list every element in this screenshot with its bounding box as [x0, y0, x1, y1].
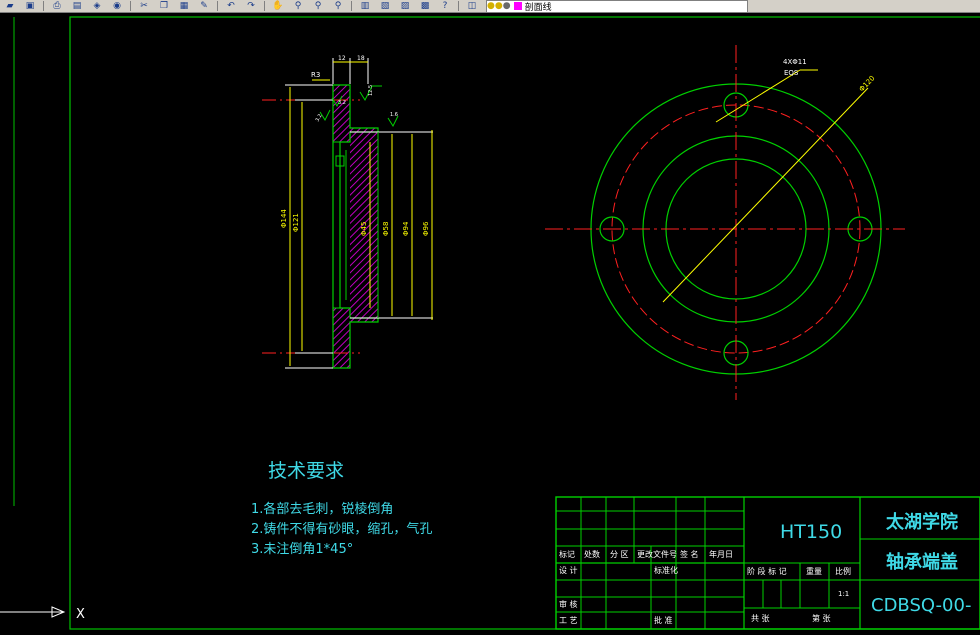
bulb-icon: ●	[487, 1, 495, 11]
pan-icon[interactable]: ✋	[270, 1, 286, 12]
plot-icon[interactable]: ◉	[109, 1, 125, 12]
layer-manager-icon[interactable]: ◫	[464, 1, 480, 12]
dim-r3: R3	[311, 71, 320, 79]
tech-requirements-title: 技术要求	[268, 460, 345, 482]
toolbar-separator	[43, 1, 44, 11]
dim-eqs: EQS	[784, 69, 799, 77]
toolbar-separator	[264, 1, 265, 11]
dim-d94: Φ94	[402, 221, 410, 236]
drawing-border	[69, 16, 980, 630]
dim-12: 12	[338, 55, 346, 62]
toolbar-separator	[458, 1, 459, 11]
zoom-previous-icon[interactable]: ⚲	[330, 1, 346, 12]
lock-icon: ●	[502, 1, 511, 11]
label-doc-no: 更改文件号	[637, 550, 677, 559]
properties-icon[interactable]: ▥	[357, 1, 373, 12]
label-count: 处数	[584, 550, 600, 559]
drawing-canvas[interactable]: Φ144 Φ121 Φ45 Φ58 Φ94 Φ96 R3 12 18 12.5 …	[0, 13, 980, 631]
dim-d144: Φ144	[280, 209, 288, 228]
print-icon[interactable]: ⎙	[49, 1, 65, 12]
tech-item: 2.铸件不得有砂眼，缩孔，气孔	[251, 522, 433, 537]
folder-open-icon[interactable]: ▰	[2, 1, 18, 12]
layer-dropdown[interactable]: ● ● ● 剖面线	[486, 0, 748, 13]
layer-color-swatch	[513, 2, 522, 10]
cut-icon[interactable]: ✂	[136, 1, 152, 12]
layer-name: 剖面线	[524, 2, 552, 13]
dim-d120: Φ120	[858, 74, 877, 93]
axis-x-label: X	[76, 607, 85, 622]
publish-icon[interactable]: ◈	[89, 1, 105, 12]
toolbar-separator	[351, 1, 352, 11]
scale-value: 1:1	[838, 590, 850, 598]
part-name: 轴承端盖	[886, 552, 958, 573]
label-sign: 签 名	[680, 550, 699, 559]
roughness-c: 3.2	[315, 113, 324, 123]
preview-icon[interactable]: ▤	[69, 1, 85, 12]
roughness-d: 1.6	[390, 112, 398, 118]
save-icon[interactable]: ▣	[22, 1, 38, 12]
school-name: 太湖学院	[886, 512, 958, 533]
undo-icon[interactable]: ↶	[223, 1, 239, 12]
paste-icon[interactable]: ▦	[176, 1, 192, 12]
label-mark: 标记	[559, 550, 575, 559]
toolbar-separator	[217, 1, 218, 11]
label-ratio: 比例	[835, 567, 851, 576]
copy-icon[interactable]: ❐	[156, 1, 172, 12]
label-approve: 批 准	[654, 616, 673, 625]
calculator-icon[interactable]: ▩	[417, 1, 433, 12]
tech-requirements-list: 1.各部去毛刺，锐棱倒角 2.铸件不得有砂眼，缩孔，气孔 3.未注倒角1*45°	[251, 500, 432, 560]
redo-icon[interactable]: ↷	[243, 1, 259, 12]
zoom-realtime-icon[interactable]: ⚲	[290, 1, 306, 12]
ucs-icon: X	[0, 606, 85, 622]
label-sheet-no: 第 张	[812, 614, 831, 623]
label-total-sheets: 共 张	[751, 614, 770, 623]
toolbar-separator	[130, 1, 131, 11]
match-icon[interactable]: ✎	[196, 1, 212, 12]
tech-item: 3.未注倒角1*45°	[251, 542, 354, 557]
drawing-number: CDBSQ-00-	[871, 595, 972, 616]
label-zone: 分 区	[610, 550, 629, 559]
dim-d58: Φ58	[382, 222, 390, 236]
label-review: 审 核	[559, 600, 578, 609]
help-icon[interactable]: ?	[437, 1, 453, 12]
label-weight: 重量	[806, 567, 822, 576]
section-view: Φ144 Φ121 Φ45 Φ58 Φ94 Φ96 R3 12 18 12.5 …	[262, 55, 433, 369]
roughness-a: 12.5	[368, 85, 374, 96]
sun-icon: ●	[494, 1, 503, 11]
zoom-window-icon[interactable]: ⚲	[310, 1, 326, 12]
design-center-icon[interactable]: ▧	[377, 1, 393, 12]
dim-holes: 4XΦ11	[783, 58, 807, 66]
label-standardize: 标准化	[654, 566, 678, 575]
standard-toolbar: ▰ ▣ ⎙ ▤ ◈ ◉ ✂ ❐ ▦ ✎ ↶ ↷ ✋ ⚲ ⚲ ⚲ ▥ ▧ ▨ ▩ …	[0, 0, 980, 13]
label-stage-mark: 阶 段 标 记	[747, 567, 787, 576]
label-date: 年月日	[709, 550, 733, 559]
tech-item: 1.各部去毛刺，锐棱倒角	[251, 502, 394, 517]
roughness-b: 3.2	[338, 100, 346, 106]
dim-d121: Φ121	[292, 213, 300, 232]
label-design: 设 计	[559, 566, 578, 575]
label-craft: 工 艺	[559, 616, 578, 625]
plan-view: 4XΦ11 EQS Φ120	[545, 45, 905, 400]
dim-d96: Φ96	[422, 221, 430, 236]
dim-18: 18	[357, 55, 365, 62]
tool-palette-icon[interactable]: ▨	[397, 1, 413, 12]
material-label: HT150	[780, 521, 843, 543]
dim-d45: Φ45	[360, 222, 368, 236]
